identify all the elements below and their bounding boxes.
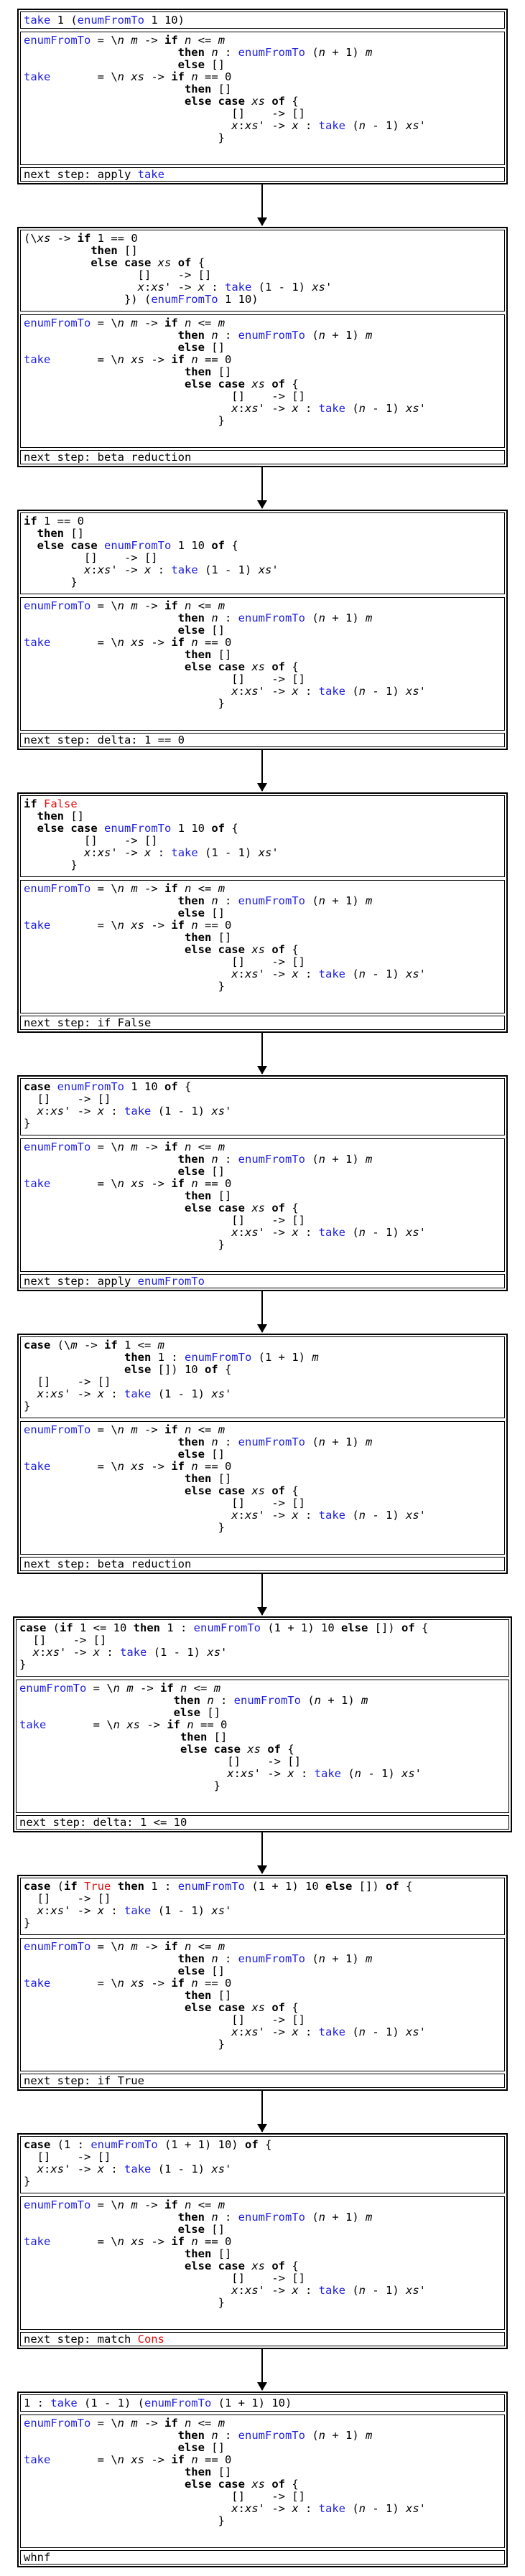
arrow-down (257, 1291, 267, 1333)
next-step-label: next step: beta reduction (24, 451, 192, 464)
definitions-code: enumFromTo = \n m -> if n <= m then n : … (24, 2417, 426, 2527)
definitions-code: enumFromTo = \n m -> if n <= m then n : … (24, 317, 426, 427)
arrow-down (257, 467, 267, 509)
expression-code: 1 : take (1 - 1) (enumFromTo (1 + 1) 10) (24, 2397, 292, 2409)
definitions-panel: enumFromTo = \n m -> if n <= m then n : … (20, 880, 505, 1013)
next-step-panel: next step: if True (20, 2074, 505, 2088)
next-step-panel: next step: delta: 1 <= 10 (16, 1815, 509, 1830)
expression-code: case (\m -> if 1 <= m then 1 : enumFromT… (24, 1339, 319, 1413)
next-step-panel: next step: apply enumFromTo (20, 1274, 505, 1288)
expression-panel: case enumFromTo 1 10 of { [] -> [] x:xs'… (20, 1078, 505, 1135)
next-step-label: whnf (24, 2551, 51, 2564)
definitions-code: enumFromTo = \n m -> if n <= m then n : … (19, 1682, 422, 1792)
next-step-label: next step: apply enumFromTo (24, 1275, 205, 1288)
definitions-code: enumFromTo = \n m -> if n <= m then n : … (24, 34, 426, 144)
next-step-label: next step: if True (24, 2074, 144, 2087)
definitions-code: enumFromTo = \n m -> if n <= m then n : … (24, 1423, 426, 1534)
arrow-down (257, 1033, 267, 1074)
expression-code: case enumFromTo 1 10 of { [] -> [] x:xs'… (24, 1080, 232, 1130)
definitions-panel: enumFromTo = \n m -> if n <= m then n : … (20, 2415, 505, 2548)
next-step-label: next step: if False (24, 1016, 152, 1029)
step-box: if False then [] else case enumFromTo 1 … (17, 792, 508, 1033)
definitions-panel: enumFromTo = \n m -> if n <= m then n : … (16, 1680, 509, 1813)
arrow-down (257, 2349, 267, 2391)
expression-code: (\xs -> if 1 == 0 then [] else case xs o… (24, 232, 333, 306)
definitions-code: enumFromTo = \n m -> if n <= m then n : … (24, 882, 426, 993)
definitions-panel: enumFromTo = \n m -> if n <= m then n : … (20, 314, 505, 448)
definitions-panel: enumFromTo = \n m -> if n <= m then n : … (20, 1421, 505, 1555)
evaluation-trace: take 1 (enumFromTo 1 10) enumFromTo = \n… (0, 0, 525, 2576)
arrow-down (257, 1574, 267, 1616)
definitions-panel: enumFromTo = \n m -> if n <= m then n : … (20, 1938, 505, 2071)
next-step-panel: whnf (20, 2550, 505, 2565)
step-box: case enumFromTo 1 10 of { [] -> [] x:xs'… (17, 1075, 508, 1291)
next-step-label: next step: delta: 1 <= 10 (19, 1816, 187, 1829)
expression-code: if 1 == 0 then [] else case enumFromTo 1… (24, 515, 279, 589)
definitions-code: enumFromTo = \n m -> if n <= m then n : … (24, 1141, 426, 1251)
expression-code: take 1 (enumFromTo 1 10) (24, 14, 185, 27)
next-step-label: next step: delta: 1 == 0 (24, 734, 185, 746)
next-step-panel: next step: delta: 1 == 0 (20, 733, 505, 747)
expression-panel: case (\m -> if 1 <= m then 1 : enumFromT… (20, 1336, 505, 1418)
next-step-panel: next step: beta reduction (20, 450, 505, 464)
next-step-panel: next step: beta reduction (20, 1557, 505, 1571)
next-step-panel: next step: match Cons (20, 2332, 505, 2346)
step-box: 1 : take (1 - 1) (enumFromTo (1 + 1) 10)… (17, 2392, 508, 2567)
definitions-panel: enumFromTo = \n m -> if n <= m then n : … (20, 1138, 505, 1272)
definitions-code: enumFromTo = \n m -> if n <= m then n : … (24, 2198, 426, 2309)
step-box: case (1 : enumFromTo (1 + 1) 10) of { []… (17, 2133, 508, 2349)
step-box: case (if 1 <= 10 then 1 : enumFromTo (1 … (13, 1616, 512, 1832)
expression-panel: case (if 1 <= 10 then 1 : enumFromTo (1 … (16, 1619, 509, 1677)
expression-panel: case (1 : enumFromTo (1 + 1) 10) of { []… (20, 2136, 505, 2193)
step-box: case (if True then 1 : enumFromTo (1 + 1… (17, 1875, 508, 2091)
expression-panel: 1 : take (1 - 1) (enumFromTo (1 + 1) 10) (20, 2394, 505, 2412)
arrow-down (257, 1832, 267, 1874)
next-step-label: next step: apply take (24, 168, 164, 181)
definitions-panel: enumFromTo = \n m -> if n <= m then n : … (20, 32, 505, 165)
definitions-code: enumFromTo = \n m -> if n <= m then n : … (24, 599, 426, 710)
arrow-down (257, 750, 267, 792)
next-step-panel: next step: apply take (20, 167, 505, 182)
arrow-down (257, 2091, 267, 2132)
expression-code: case (1 : enumFromTo (1 + 1) 10) of { []… (24, 2138, 272, 2188)
next-step-label: next step: match Cons (24, 2333, 164, 2346)
next-step-label: next step: beta reduction (24, 1558, 192, 1570)
expression-panel: if 1 == 0 then [] else case enumFromTo 1… (20, 512, 505, 594)
definitions-panel: enumFromTo = \n m -> if n <= m then n : … (20, 597, 505, 731)
expression-code: case (if 1 <= 10 then 1 : enumFromTo (1 … (19, 1621, 429, 1671)
expression-panel: take 1 (enumFromTo 1 10) (20, 11, 505, 29)
next-step-panel: next step: if False (20, 1016, 505, 1030)
expression-panel: if False then [] else case enumFromTo 1 … (20, 795, 505, 877)
expression-panel: (\xs -> if 1 == 0 then [] else case xs o… (20, 230, 505, 312)
step-box: (\xs -> if 1 == 0 then [] else case xs o… (17, 227, 508, 467)
definitions-panel: enumFromTo = \n m -> if n <= m then n : … (20, 2196, 505, 2330)
expression-panel: case (if True then 1 : enumFromTo (1 + 1… (20, 1878, 505, 1935)
expression-code: if False then [] else case enumFromTo 1 … (24, 797, 279, 871)
arrow-down (257, 184, 267, 226)
definitions-code: enumFromTo = \n m -> if n <= m then n : … (24, 1940, 426, 2051)
step-box: if 1 == 0 then [] else case enumFromTo 1… (17, 510, 508, 750)
step-box: take 1 (enumFromTo 1 10) enumFromTo = \n… (17, 9, 508, 184)
step-box: case (\m -> if 1 <= m then 1 : enumFromT… (17, 1334, 508, 1574)
expression-code: case (if True then 1 : enumFromTo (1 + 1… (24, 1880, 413, 1929)
